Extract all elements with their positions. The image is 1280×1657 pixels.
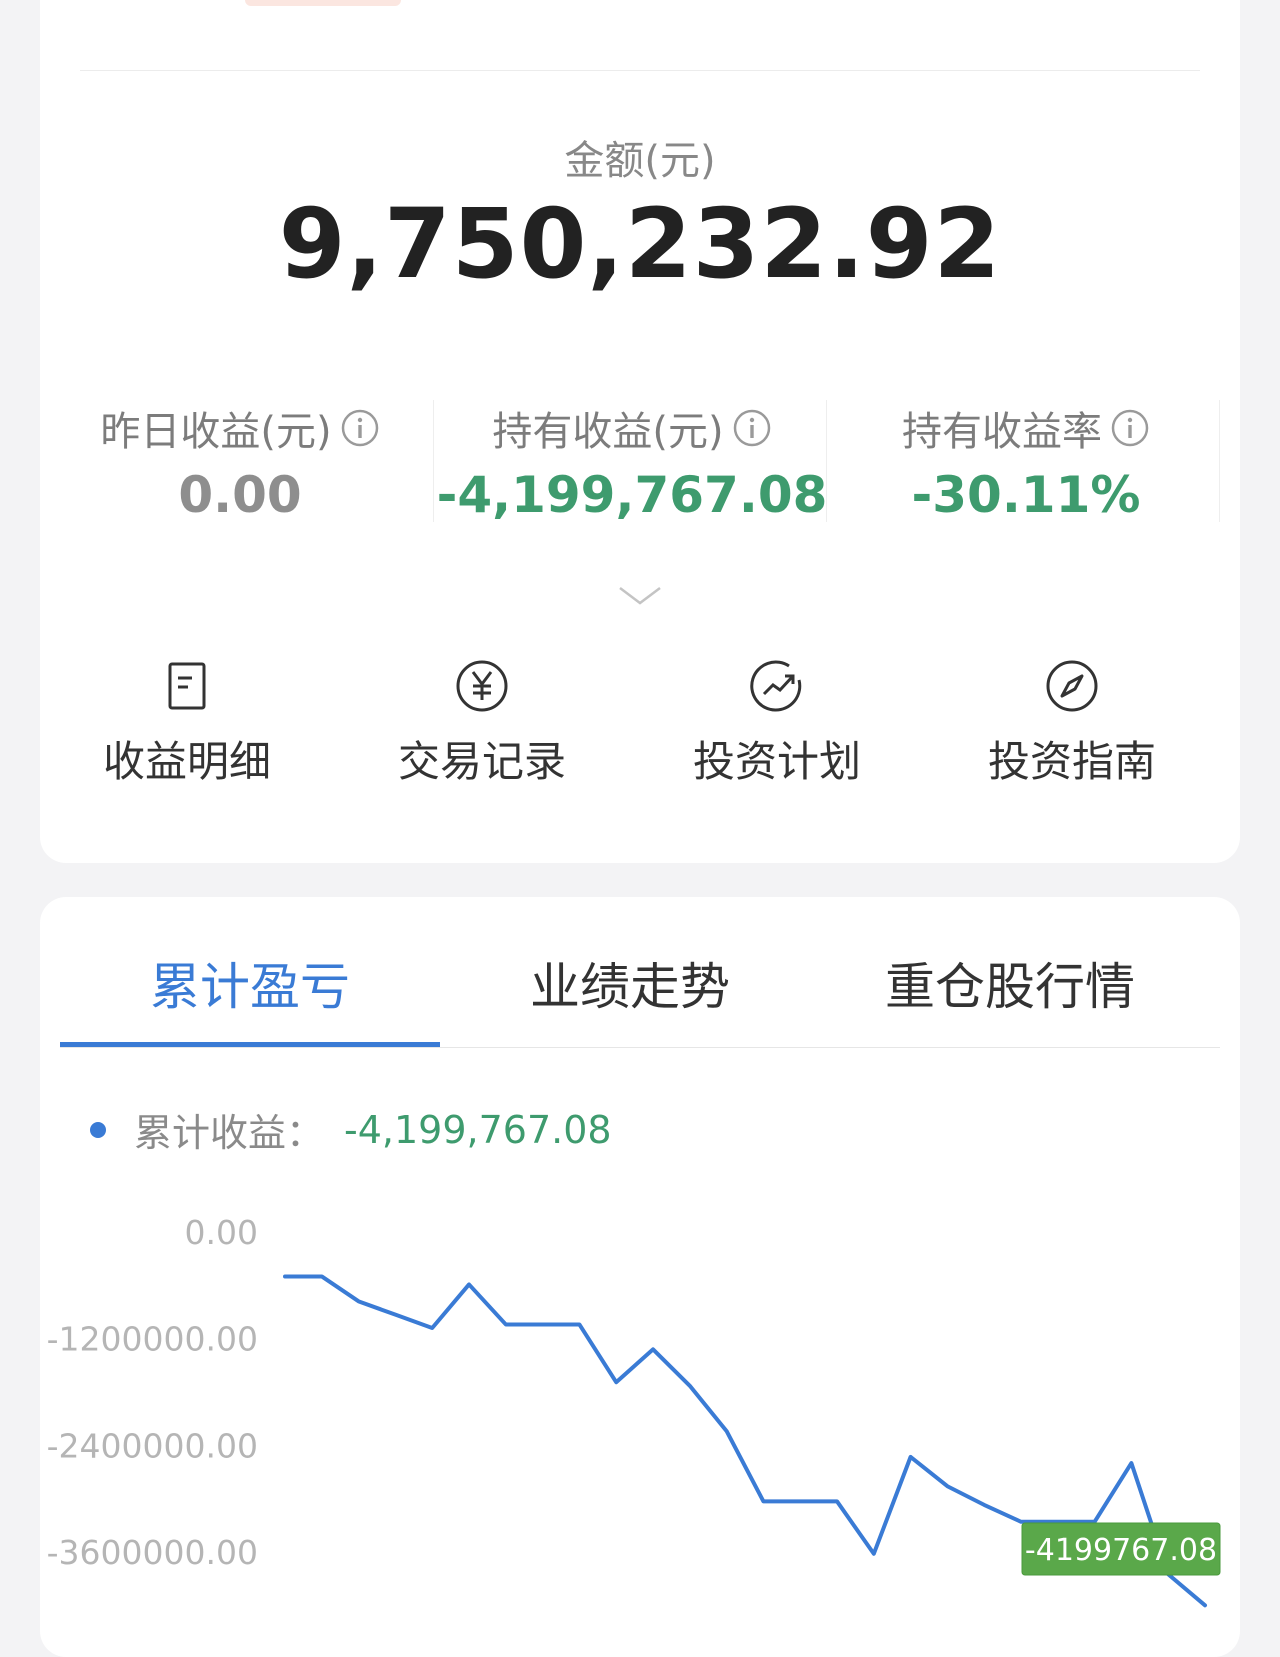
tooltip-value: -4199767.08 [1025, 1533, 1217, 1568]
compass-icon [1046, 660, 1098, 712]
info-icon[interactable] [732, 408, 772, 448]
profit-chart-card: 累计盈亏 业绩走势 重仓股行情 累计收益： -4,199,767.08 0.00… [40, 897, 1240, 1657]
yen-circle-icon [456, 660, 508, 712]
stat-value: -30.11% [911, 466, 1141, 524]
cumulative-profit-chart[interactable]: 0.00 -1200000.00 -2400000.00 -3600000.00 -4… [40, 897, 1240, 1657]
details-link[interactable]: 详情 [1080, 0, 1180, 4]
action-investment-plan[interactable]: 投资计划 [647, 658, 907, 789]
y-axis: 0.00 -1200000.00 -2400000.00 -3600000.00 [47, 1213, 258, 1572]
y-tick-label: -3600000.00 [47, 1533, 258, 1572]
stat-label: 昨日收益(元) [100, 409, 332, 455]
amount-label: 金额(元) [564, 138, 716, 184]
info-icon[interactable] [340, 408, 380, 448]
value-tooltip: -4199767.08 [1021, 1522, 1221, 1576]
stat-holding-profit: 持有收益(元) -4,199,767.08 [432, 400, 832, 525]
action-label: 投资计划 [692, 737, 861, 786]
action-label: 收益明细 [102, 737, 271, 786]
y-tick-label: -2400000.00 [47, 1426, 258, 1465]
stat-yesterday-profit: 昨日收益(元) 0.00 [40, 400, 440, 525]
profit-stats: 昨日收益(元) 0.00 持有收益(元) -4,199,767.08 持有收益率… [40, 400, 1240, 525]
stat-label: 持有收益率 [902, 409, 1102, 455]
action-transaction-records[interactable]: 交易记录 [352, 658, 612, 789]
portfolio-summary-card: 详情 金额(元) 9,750,232.92 昨日收益(元) 0.00 持有收益(… [40, 0, 1240, 863]
stat-value: -4,199,767.08 [436, 466, 828, 524]
stat-value: 0.00 [178, 466, 302, 524]
y-tick-label: -1200000.00 [47, 1320, 258, 1359]
trend-up-icon [750, 660, 802, 712]
document-icon [168, 662, 206, 710]
stat-label: 持有收益(元) [492, 409, 724, 455]
action-label: 交易记录 [397, 737, 566, 786]
product-tag-badge [245, 0, 401, 6]
amount-value: 9,750,232.92 [278, 188, 1002, 300]
stat-holding-return-rate: 持有收益率 -30.11% [826, 400, 1226, 525]
info-icon[interactable] [1110, 408, 1150, 448]
chevron-down-icon[interactable] [618, 585, 662, 607]
stat-divider [1219, 400, 1220, 522]
action-label: 投资指南 [987, 737, 1156, 786]
action-profit-details[interactable]: 收益明细 [57, 658, 317, 789]
header-divider [80, 70, 1200, 71]
action-investment-guide[interactable]: 投资指南 [942, 658, 1202, 789]
y-tick-label: 0.00 [185, 1213, 258, 1252]
